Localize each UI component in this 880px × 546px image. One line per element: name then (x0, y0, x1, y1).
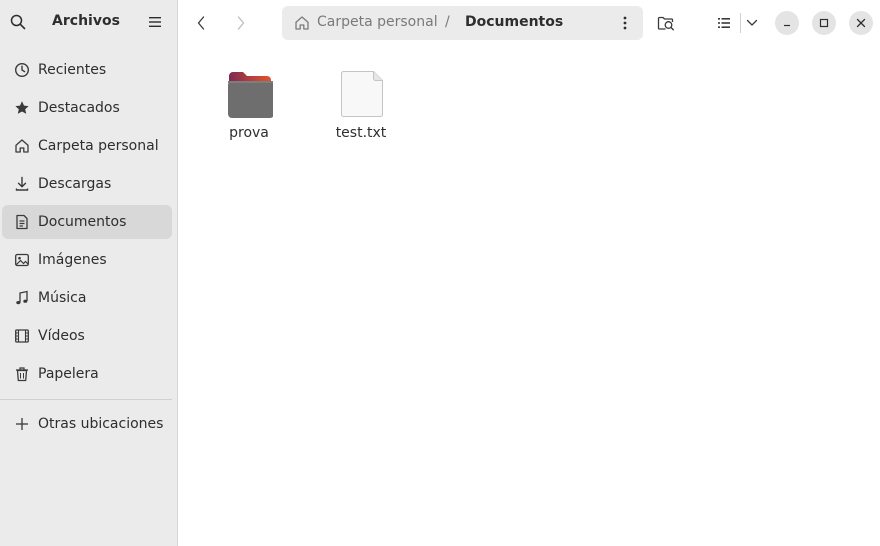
file-name: test.txt (335, 125, 387, 141)
sidebar-item-label: Recientes (38, 62, 107, 78)
breadcrumb-carpeta-personal[interactable]: Carpeta personal (317, 14, 438, 30)
sidebar-item-destacados[interactable]: Destacados (2, 91, 172, 125)
sidebar-item-label: Papelera (38, 366, 99, 382)
video-icon (14, 328, 30, 344)
minimize-button[interactable] (775, 11, 799, 35)
file-item-text[interactable]: test.txt (315, 67, 407, 147)
file-name: prova (229, 125, 269, 141)
home-icon (294, 15, 310, 31)
location-menu-button[interactable] (614, 11, 636, 35)
folder-search-icon (657, 16, 674, 31)
sidebar-item-descargas[interactable]: Descargas (2, 167, 172, 201)
download-icon (14, 176, 30, 192)
sidebar: Archivos Recientes Destacados Carpeta pe… (0, 0, 178, 546)
header-bar: Carpeta personal / Documentos (178, 0, 880, 45)
sidebar-item-label: Documentos (38, 214, 127, 230)
sidebar-item-imagenes[interactable]: Imágenes (2, 243, 172, 277)
view-options-button[interactable] (744, 9, 760, 37)
sidebar-item-label: Imágenes (38, 252, 107, 268)
view-divider (740, 13, 741, 33)
sidebar-item-label: Otras ubicaciones (38, 416, 164, 432)
document-icon (14, 214, 30, 230)
list-view-icon (718, 18, 730, 28)
sidebar-item-label: Música (38, 290, 87, 306)
chevron-down-icon (746, 19, 758, 26)
chevron-left-icon (197, 16, 205, 30)
star-icon (14, 100, 30, 116)
list-view-button[interactable] (712, 9, 736, 37)
sidebar-separator (0, 399, 172, 400)
more-vertical-icon (623, 16, 627, 30)
chevron-right-icon (237, 16, 245, 30)
home-icon (14, 138, 30, 154)
main-menu-button[interactable] (141, 8, 169, 36)
minimize-icon (784, 24, 790, 27)
sidebar-item-otras-ubicaciones[interactable]: Otras ubicaciones (2, 407, 172, 441)
sidebar-item-musica[interactable]: Música (2, 281, 172, 315)
sidebar-item-papelera[interactable]: Papelera (2, 357, 172, 391)
breadcrumb-separator: / (445, 14, 450, 30)
search-button[interactable] (5, 8, 31, 36)
sidebar-header: Archivos (0, 0, 178, 45)
sidebar-item-recientes[interactable]: Recientes (2, 53, 172, 87)
sidebar-item-label: Descargas (38, 176, 112, 192)
sidebar-item-videos[interactable]: Vídeos (2, 319, 172, 353)
music-icon (14, 290, 30, 306)
file-item-folder[interactable]: prova (203, 67, 295, 147)
close-icon (856, 18, 866, 28)
location-bar[interactable]: Carpeta personal / Documentos (282, 6, 643, 40)
trash-icon (14, 366, 30, 382)
plus-icon (14, 416, 30, 432)
sidebar-item-carpeta-personal[interactable]: Carpeta personal (2, 129, 172, 163)
back-button[interactable] (188, 9, 214, 37)
sidebar-item-label: Vídeos (38, 328, 85, 344)
folder-icon (228, 72, 273, 118)
close-button[interactable] (849, 11, 873, 35)
forward-button[interactable] (228, 9, 254, 37)
sidebar-item-documentos[interactable]: Documentos (2, 205, 172, 239)
search-folder-button[interactable] (652, 9, 680, 37)
file-view[interactable]: prova test.txt (178, 45, 880, 546)
image-icon (14, 252, 30, 268)
text-file-icon (341, 71, 383, 117)
app-title: Archivos (52, 13, 120, 29)
sidebar-item-label: Carpeta personal (38, 138, 159, 154)
maximize-button[interactable] (812, 11, 836, 35)
sidebar-item-label: Destacados (38, 100, 120, 116)
clock-icon (14, 62, 30, 78)
search-icon (10, 14, 26, 30)
breadcrumb-documentos[interactable]: Documentos (465, 14, 563, 30)
hamburger-icon (149, 17, 161, 27)
maximize-icon (819, 18, 829, 28)
